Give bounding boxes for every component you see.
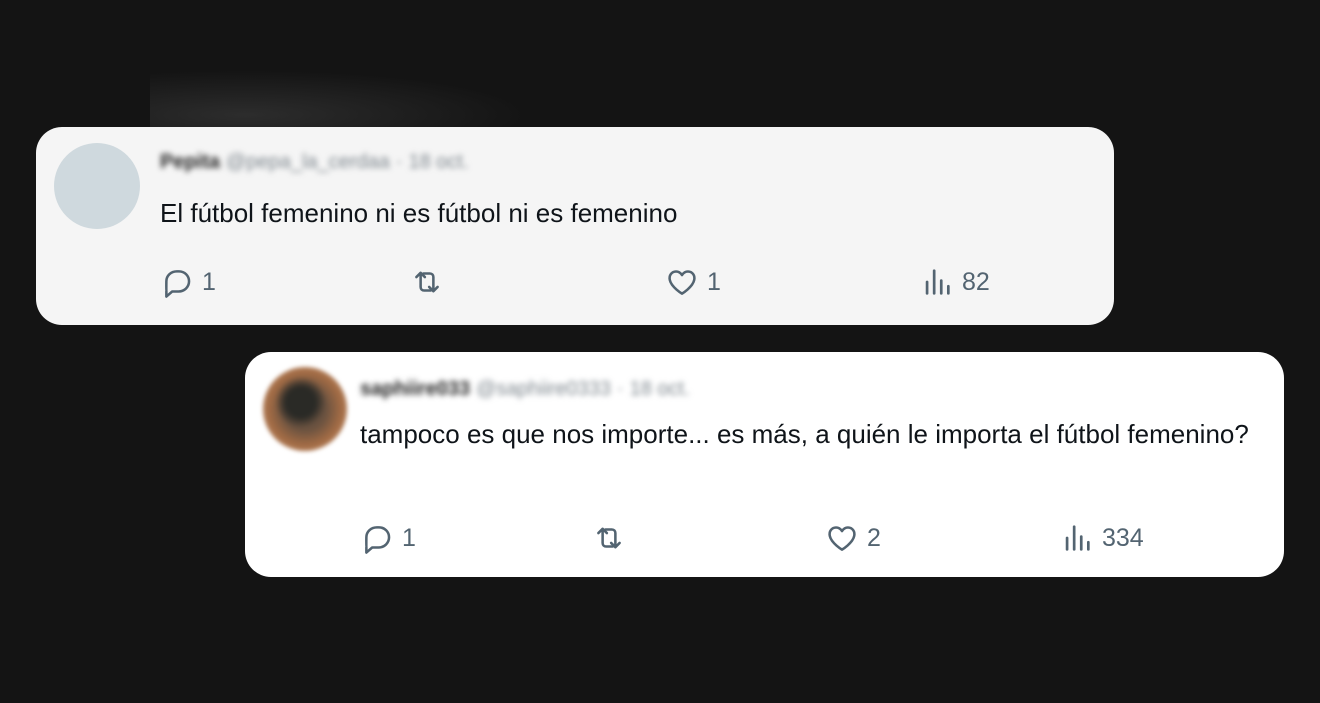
- tweet-header: Pepita @pepa_la_cerdaa · 18 oct.: [160, 149, 475, 175]
- reply-button[interactable]: 1: [160, 265, 216, 299]
- views-count: 334: [1102, 523, 1144, 552]
- tweet-card[interactable]: saphiire033 @saphiire0333 · 18 oct. tamp…: [245, 352, 1284, 577]
- like-count: 2: [867, 523, 881, 552]
- tweet-text: El fútbol femenino ni es fútbol ni es fe…: [160, 198, 678, 228]
- author-name[interactable]: saphiire033: [360, 378, 470, 401]
- tweet-card[interactable]: Pepita @pepa_la_cerdaa · 18 oct. El fútb…: [36, 127, 1114, 325]
- reply-icon: [165, 270, 191, 298]
- views-icon: [1065, 525, 1090, 551]
- reply-button[interactable]: 1: [360, 521, 416, 555]
- like-count: 1: [707, 267, 721, 296]
- retweet-icon: [597, 527, 621, 549]
- avatar[interactable]: [54, 143, 140, 229]
- views-count: 82: [962, 267, 990, 296]
- meta-separator: ·: [616, 377, 624, 400]
- heart-icon: [828, 526, 856, 551]
- author-name[interactable]: Pepita: [160, 151, 220, 174]
- views-button[interactable]: 82: [920, 265, 990, 299]
- avatar[interactable]: [263, 367, 347, 451]
- tweet-text: tampoco es que nos importe... es más, a …: [360, 419, 1249, 449]
- heart-icon: [668, 270, 696, 295]
- retweet-button[interactable]: [592, 521, 634, 555]
- author-handle[interactable]: @pepa_la_cerdaa: [226, 151, 390, 174]
- tweet-header: saphiire033 @saphiire0333 · 18 oct.: [360, 376, 696, 402]
- tweet-date[interactable]: 18 oct.: [408, 151, 468, 174]
- views-icon: [925, 269, 950, 295]
- views-button[interactable]: 334: [1060, 521, 1144, 555]
- retweet-icon: [415, 271, 439, 293]
- reply-count: 1: [202, 267, 216, 296]
- like-button[interactable]: 2: [825, 521, 881, 555]
- reply-icon: [365, 526, 391, 554]
- author-handle[interactable]: @saphiire0333: [476, 378, 611, 401]
- retweet-button[interactable]: [410, 265, 452, 299]
- like-button[interactable]: 1: [665, 265, 721, 299]
- reply-count: 1: [402, 523, 416, 552]
- meta-separator: ·: [395, 150, 403, 173]
- tweet-date[interactable]: 18 oct.: [630, 378, 690, 401]
